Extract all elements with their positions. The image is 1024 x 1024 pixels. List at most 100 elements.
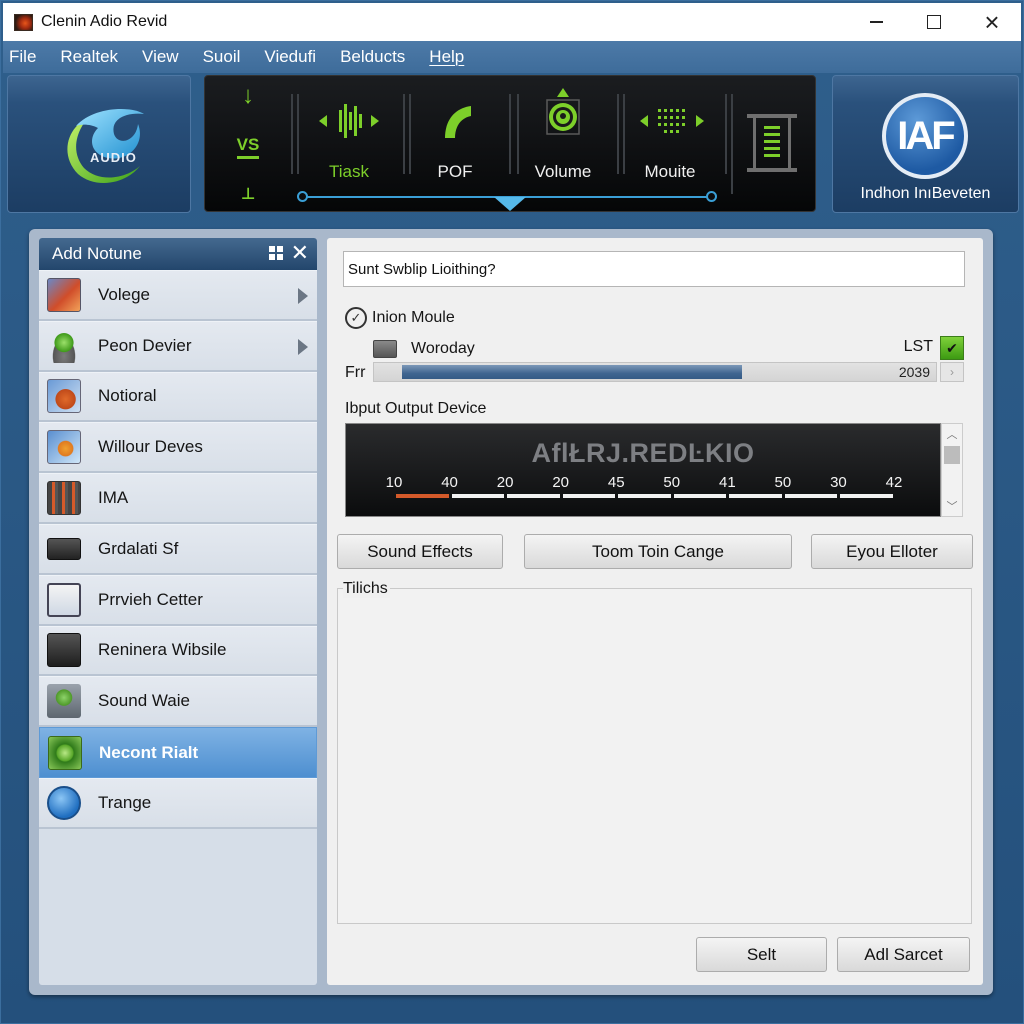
meter-segment — [618, 494, 671, 498]
close-panel-icon[interactable]: ✕ — [291, 242, 309, 264]
slider-thumb[interactable] — [494, 197, 526, 211]
sidebar-item-prrvieh-cetter[interactable]: Prrvieh Cetter — [39, 574, 317, 626]
minimize-icon — [869, 21, 883, 23]
sidebar-item-notioral[interactable]: Notioral — [39, 371, 317, 423]
title-bar: Clenin Adio Revid × — [3, 3, 1021, 41]
minimize-button[interactable] — [847, 3, 905, 41]
close-icon: × — [984, 6, 1000, 37]
meter-segment — [784, 494, 838, 498]
sidebar-item-label: Volege — [98, 284, 150, 304]
tile-icon[interactable] — [268, 246, 283, 260]
compass-icon — [47, 785, 81, 820]
menu-belducts[interactable]: Belducts — [340, 47, 405, 67]
meter-brand: AflŁRJ.REDĿKIO — [531, 438, 755, 468]
group-label: Tilichs — [343, 580, 390, 598]
toolbar-button-mouite[interactable]: Mouite — [620, 96, 720, 186]
eyou-elloter-button[interactable]: Eyou Elloter — [811, 534, 973, 569]
sidebar-title: Add Notune — [52, 244, 142, 263]
device-name: Woroday — [411, 340, 475, 357]
meter-scale-label: 42 — [885, 474, 903, 491]
sidebar-item-volege[interactable]: Volege — [39, 270, 317, 321]
toolbar-label-volume: Volume — [534, 162, 592, 181]
sidebar-item-reninera-wibsile[interactable]: Reninera Wibsile — [39, 625, 317, 677]
meter-scale: 10 40 20 20 45 50 41 50 30 42 — [386, 474, 902, 504]
sidebar-item-label: Necont Rialt — [99, 742, 199, 762]
sidebar-item-label: Grdalati Sf — [98, 538, 179, 558]
sidebar-item-trange[interactable]: Trange — [39, 777, 317, 829]
check-circle-icon[interactable]: ✓ — [345, 307, 367, 329]
meter-scale-label: 50 — [663, 474, 681, 491]
sidebar-item-label: Notioral — [98, 386, 157, 406]
sidebar-item-label: Willour Deves — [98, 437, 203, 457]
menu-realtek[interactable]: Realtek — [60, 47, 118, 67]
slider-end-knob[interactable] — [706, 191, 717, 202]
toolbar-label-pof: POF — [437, 162, 473, 181]
chevron-right-icon[interactable] — [298, 288, 308, 304]
notional-icon — [47, 379, 81, 414]
device-tag: LST — [903, 338, 933, 355]
transport-toolbar: ↓ VS ⊥ Tiask POF Volume Mouite — [204, 75, 816, 212]
scroll-down-icon[interactable]: ﹀ — [942, 498, 962, 514]
meter-scale-label: 10 — [385, 474, 403, 491]
toolbar-button-pof[interactable]: POF — [405, 96, 505, 186]
network-icon — [48, 735, 82, 770]
toolbar-button-volume[interactable]: Volume — [513, 88, 613, 186]
confirm-checkbox[interactable]: ✔ — [940, 336, 964, 360]
menu-view[interactable]: View — [142, 47, 179, 67]
meter-scale-label: 20 — [496, 474, 514, 491]
meter-scale-label: 50 — [774, 474, 792, 491]
meter-scrollbar[interactable]: ︿ ﹀ — [941, 423, 963, 517]
vs-label[interactable]: VS — [236, 135, 260, 159]
sidebar-item-necont-rialt[interactable]: Necont Rialt — [39, 727, 317, 778]
meter-scale-label: 41 — [718, 474, 736, 491]
download-arrow-icon[interactable]: ↓ — [242, 84, 254, 108]
sidebar-item-grdalati-sf[interactable]: Grdalati Sf — [39, 523, 317, 575]
menu-help[interactable]: Help — [429, 47, 464, 67]
antenna-icon[interactable]: ⊥ — [241, 186, 256, 204]
sidebar-item-willour-deves[interactable]: Willour Deves — [39, 422, 317, 474]
app-window: Clenin Adio Revid × File Realtek View Su… — [0, 0, 1024, 1024]
meter-segment — [729, 494, 782, 498]
maximize-button[interactable] — [905, 3, 963, 41]
device-row: Woroday LST — [373, 338, 933, 360]
progress-value: 2039 — [898, 364, 930, 380]
scroll-thumb[interactable] — [944, 446, 960, 464]
selt-button[interactable]: Selt — [696, 937, 827, 972]
meter-scale-label: 30 — [830, 474, 847, 491]
slider-start-knob[interactable] — [297, 191, 308, 202]
sidebar-item-label: Peon Devier — [98, 335, 192, 355]
audio-logo-icon — [67, 109, 144, 184]
sidebar-item-label: Prrvieh Cetter — [98, 589, 203, 609]
chevron-right-icon[interactable] — [298, 338, 308, 355]
waveform-icon — [319, 104, 379, 138]
search-input[interactable]: Sunt Swblip Lioithing? — [343, 251, 965, 287]
maximize-icon — [927, 15, 941, 29]
app-icon — [14, 13, 33, 31]
meter-segment — [507, 494, 560, 498]
main-panel: Sunt Swblip Lioithing? ✓ Inion Moule Wor… — [327, 238, 983, 985]
check-icon: ✔ — [946, 339, 958, 356]
sidebar-item-label: Trange — [98, 792, 152, 812]
add-sarcet-button[interactable]: Adl Sarcet — [837, 937, 970, 972]
toom-toin-cange-button[interactable]: Toom Toin Cange — [524, 534, 792, 569]
monitor-icon — [47, 537, 81, 560]
speaker-icon — [546, 88, 580, 135]
sidebar-item-sound-waie[interactable]: Sound Waie — [39, 676, 317, 728]
module-option[interactable]: ✓ Inion Moule — [345, 307, 455, 329]
sidebar-item-label: IMA — [98, 488, 129, 508]
sidebar-list: Volege Peon Devier Notioral Willour Deves IM… — [39, 270, 317, 829]
scroll-up-icon[interactable]: ︿ — [942, 426, 962, 442]
menu-viedufi[interactable]: Viedufi — [264, 47, 316, 67]
menu-suoil[interactable]: Suoil — [203, 47, 241, 67]
sidebar-item-peon-devier[interactable]: Peon Devier — [39, 320, 317, 372]
volume-image-icon — [47, 277, 81, 312]
level-meter-icon[interactable] — [747, 114, 797, 174]
sidebar-item-ima[interactable]: IMA — [39, 473, 317, 524]
chevron-right-icon[interactable]: › — [940, 362, 964, 382]
toolbar-button-tiask[interactable]: Tiask — [299, 96, 399, 186]
close-button[interactable]: × — [963, 3, 1021, 41]
position-slider[interactable] — [297, 190, 717, 211]
sound-effects-button[interactable]: Sound Effects — [337, 534, 503, 569]
audio-logo-text: AUDIO — [90, 150, 137, 165]
menu-file[interactable]: File — [9, 47, 36, 67]
